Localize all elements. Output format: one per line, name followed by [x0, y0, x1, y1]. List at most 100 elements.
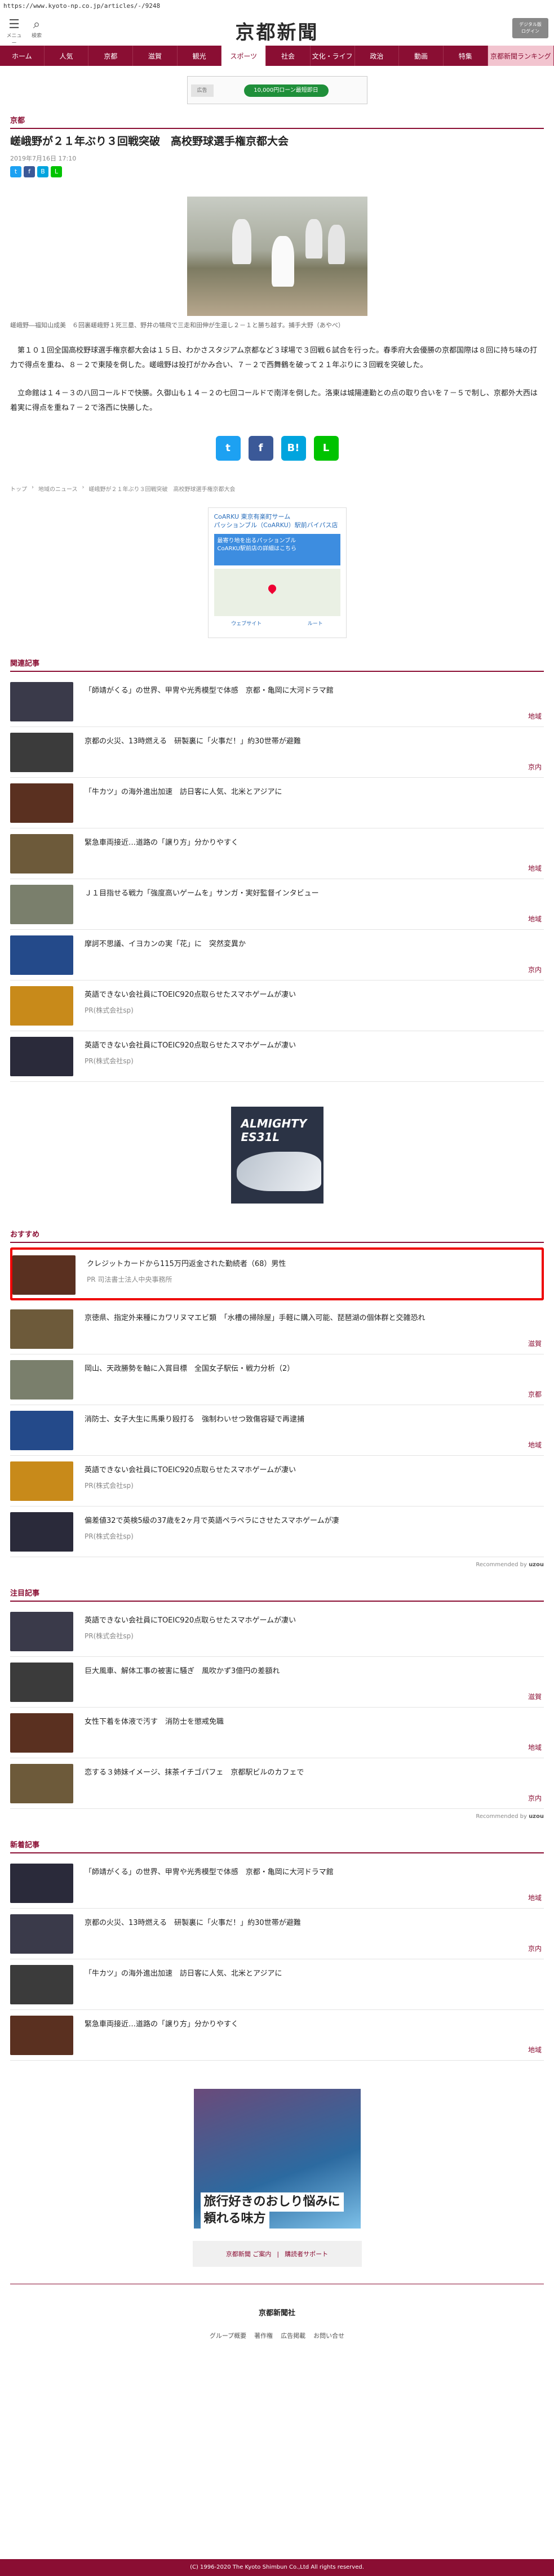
list-item[interactable]: 緊急車両接近…道路の「譲り方」分かりやすく地域 [10, 2010, 544, 2061]
article-section[interactable]: 京都 [10, 114, 544, 125]
list-item-category[interactable]: 京内 [528, 1944, 542, 1953]
list-item[interactable]: 英語できない会社員にTOEIC920点取らせたスマホゲームが凄い PR(株式会社s… [10, 1606, 544, 1657]
footer-link[interactable]: 著作権 [254, 2331, 273, 2340]
nav-item[interactable]: 京都 [88, 46, 134, 66]
list-item-category[interactable]: 地域 [528, 711, 542, 721]
site-logo[interactable]: 京都新聞 [0, 17, 554, 44]
nav-item[interactable]: スポーツ [221, 46, 267, 66]
list-item[interactable]: 「牛カツ」の海外進出加速 訪日客に人気、北米とアジアに [10, 778, 544, 828]
list-item-title[interactable]: 巨大風車、解体工事の被害に騒ぎ 風吹かず3億円の差額れ [85, 1663, 280, 1677]
top-banner-ad[interactable]: 広告 10,000円ローン最短即日 [187, 76, 367, 104]
support-button[interactable]: 購読者サポート [285, 2249, 328, 2258]
list-item-title[interactable]: 英語できない会社員にTOEIC920点取らせたスマホゲームが凄い [85, 1037, 296, 1051]
list-item-title[interactable]: 偏差値32で英検5級の37歳を2ヶ月で英語ペラペラにさせたスマホゲームが凄 [85, 1512, 339, 1527]
list-item-title[interactable]: Ｊ１目指せる戦力「強度高いゲームを」サンガ・実好監督インタビュー [85, 885, 319, 899]
list-item-category[interactable]: 滋賀 [528, 1692, 542, 1701]
list-item-category[interactable]: 地域 [528, 1893, 542, 1902]
list-item-title[interactable]: 恋する３姉妹イメージ、抹茶イチゴパフェ 京都駅ビルのカフェで [85, 1764, 304, 1779]
list-item[interactable]: 岡山、天政勝勢を軸に入賞目標 全国女子駅伝・戦力分析（2） 京都 [10, 1354, 544, 1405]
nav-item[interactable]: ホーム [0, 46, 45, 66]
list-item[interactable]: 偏差値32で英検5級の37歳を2ヶ月で英語ペラペラにさせたスマホゲームが凄 PR(… [10, 1507, 544, 1557]
list-item-category[interactable]: 京内 [528, 762, 542, 772]
twitter-icon[interactable]: t [215, 436, 241, 461]
list-item-title[interactable]: 「牛カツ」の海外進出加速 訪日客に人気、北米とアジアに [85, 783, 282, 798]
list-item-category[interactable]: 京都 [528, 1389, 542, 1399]
map-ad[interactable]: CoARKU 東京有楽町サーム パッションブル（CoARKU）駅前バイパス店 最… [207, 507, 347, 638]
list-item[interactable]: 「師靖がくる」の世界、甲冑や光秀模型で体感 京都・亀岡に大河ドラマ館地域 [10, 676, 544, 727]
list-item-title[interactable]: 英語できない会社員にTOEIC920点取らせたスマホゲームが凄い [85, 1461, 296, 1476]
nav-item[interactable]: 京都新聞ランキング [487, 46, 554, 66]
list-item[interactable]: 京都の火災、13時燃える 研製裏に「火事だ！」約30世帯が避難京内 [10, 1909, 544, 1959]
list-item-title[interactable]: 緊急車両接近…道路の「譲り方」分かりやすく [85, 2016, 238, 2030]
list-item-title[interactable]: 京都の火災、13時燃える 研製裏に「火事だ！」約30世帯が避難 [85, 1914, 301, 1929]
list-item-category[interactable]: 滋賀 [528, 1339, 542, 1348]
twitter-icon[interactable]: t [10, 166, 21, 177]
list-item-category[interactable]: 地域 [528, 863, 542, 873]
line-icon[interactable]: L [313, 436, 339, 461]
list-item[interactable]: 巨大風車、解体工事の被害に騒ぎ 風吹かず3億円の差額れ滋賀 [10, 1657, 544, 1708]
list-item[interactable]: クレジットカードから115万円返金された勤続者（68）男性 PR 司法書士法人中央… [10, 1247, 544, 1300]
list-item[interactable]: 「師靖がくる」の世界、甲冑や光秀模型で体感 京都・亀岡に大河ドラマ館地域 [10, 1858, 544, 1909]
hatena-icon[interactable]: B [37, 166, 48, 177]
ad-button[interactable]: 10,000円ローン最短即日 [243, 84, 329, 97]
route-link[interactable]: ルート [308, 620, 323, 627]
list-item[interactable]: 消防士、女子大生に馬乗り殴打る 強制わいせつ致傷容疑で再逮捕地域 [10, 1405, 544, 1456]
nav-item[interactable]: 特集 [444, 46, 488, 66]
list-item[interactable]: 恋する３姉妹イメージ、抹茶イチゴパフェ 京都駅ビルのカフェで京内 [10, 1758, 544, 1809]
list-item-title[interactable]: 京都の火災、13時燃える 研製裏に「火事だ！」約30世帯が避難 [85, 733, 301, 747]
list-item-title[interactable]: 岡山、天政勝勢を軸に入賞目標 全国女子駅伝・戦力分析（2） [85, 1360, 294, 1375]
recommended-by[interactable]: Recommended by uzou [10, 1562, 544, 1568]
breadcrumb-item[interactable]: 地域のニュース [38, 484, 78, 493]
nav-item[interactable]: 観光 [178, 46, 222, 66]
nav-item[interactable]: 社会 [266, 46, 311, 66]
list-item[interactable]: 京都の火災、13時燃える 研製裏に「火事だ！」約30世帯が避難京内 [10, 727, 544, 778]
list-item-title[interactable]: 女性下着を体液で汚す 消防士を懲戒免職 [85, 1713, 224, 1728]
list-item-title[interactable]: 「師靖がくる」の世界、甲冑や光秀模型で体感 京都・亀岡に大河ドラマ館 [85, 1864, 334, 1878]
recommended-by[interactable]: Recommended by uzou [10, 1813, 544, 1820]
list-item[interactable]: 京徳県、指定外来種にカワリヌマエビ類 「水槽の掃除屋」手軽に購入可能、琵琶湖の個… [10, 1304, 544, 1354]
list-item-category[interactable]: 地域 [528, 914, 542, 924]
footer-link[interactable]: 広告掲載 [281, 2331, 305, 2340]
digital-login-button[interactable]: デジタル版 ログイン [512, 18, 548, 38]
list-item[interactable]: 緊急車両接近…道路の「譲り方」分かりやすく地域 [10, 828, 544, 879]
list-item-title[interactable]: 消防士、女子大生に馬乗り殴打る 強制わいせつ致傷容疑で再逮捕 [85, 1411, 304, 1425]
footer-logo[interactable]: 京都新聞社 [10, 2307, 544, 2317]
nav-item[interactable]: 政治 [355, 46, 400, 66]
list-item-title[interactable]: 「師靖がくる」の世界、甲冑や光秀模型で体感 京都・亀岡に大河ドラマ館 [85, 682, 334, 697]
map[interactable] [214, 569, 340, 616]
bottom-ad[interactable]: 旅行好きのおしり悩みに 頼れる味方 [193, 2089, 361, 2229]
list-item[interactable]: 「牛カツ」の海外進出加速 訪日客に人気、北米とアジアに [10, 1959, 544, 2010]
list-item-category[interactable]: 地域 [528, 2045, 542, 2054]
list-item-title[interactable]: 緊急車両接近…道路の「譲り方」分かりやすく [85, 834, 238, 849]
facebook-icon[interactable]: f [24, 166, 35, 177]
nav-item[interactable]: 動画 [399, 46, 444, 66]
list-item-title[interactable]: 「牛カツ」の海外進出加速 訪日客に人気、北米とアジアに [85, 1965, 282, 1980]
nav-item[interactable]: 文化・ライフ [311, 46, 355, 66]
footer-link[interactable]: グループ概要 [210, 2331, 246, 2340]
footer-link[interactable]: お問い合せ [313, 2331, 344, 2340]
list-item-title[interactable]: 摩訶不思議、イヨカンの実「花」に 突然変異か [85, 935, 246, 950]
list-item-title[interactable]: 英語できない会社員にTOEIC920点取らせたスマホゲームが凄い [85, 986, 296, 1001]
list-item-category[interactable]: 京内 [528, 965, 542, 974]
list-item-title[interactable]: クレジットカードから115万円返金された勤続者（68）男性 [87, 1255, 286, 1270]
list-item[interactable]: 摩訶不思議、イヨカンの実「花」に 突然変異か京内 [10, 930, 544, 981]
facebook-icon[interactable]: f [248, 436, 273, 461]
list-item[interactable]: 英語できない会社員にTOEIC920点取らせたスマホゲームが凄い PR(株式会社s… [10, 981, 544, 1031]
nav-item[interactable]: 人気 [45, 46, 89, 66]
list-item[interactable]: Ｊ１目指せる戦力「強度高いゲームを」サンガ・実好監督インタビュー地域 [10, 879, 544, 930]
list-item-title[interactable]: 京徳県、指定外来種にカワリヌマエビ類 「水槽の掃除屋」手軽に購入可能、琵琶湖の個… [85, 1309, 426, 1324]
list-item[interactable]: 英語できない会社員にTOEIC920点取らせたスマホゲームが凄い PR(株式会社s… [10, 1031, 544, 1082]
nav-item[interactable]: 滋賀 [133, 46, 178, 66]
breadcrumb-item[interactable]: トップ [10, 484, 27, 493]
list-item-title[interactable]: 英語できない会社員にTOEIC920点取らせたスマホゲームが凄い [85, 1612, 296, 1626]
list-item-category[interactable]: 京内 [528, 1793, 542, 1803]
list-item[interactable]: 英語できない会社員にTOEIC920点取らせたスマホゲームが凄い PR(株式会社s… [10, 1456, 544, 1507]
hatena-icon[interactable]: B! [281, 436, 306, 461]
list-item-category[interactable]: 地域 [528, 1440, 542, 1450]
website-link[interactable]: ウェブサイト [231, 620, 262, 627]
list-item[interactable]: 女性下着を体液で汚す 消防士を懲戒免職地域 [10, 1708, 544, 1758]
address-bar[interactable]: https://www.kyoto-np.co.jp/articles/-/92… [0, 0, 554, 15]
shoe-ad[interactable]: ALMIGHTY ES31L [231, 1107, 323, 1204]
list-item-category[interactable]: 地域 [528, 1742, 542, 1752]
line-icon[interactable]: L [51, 166, 62, 177]
